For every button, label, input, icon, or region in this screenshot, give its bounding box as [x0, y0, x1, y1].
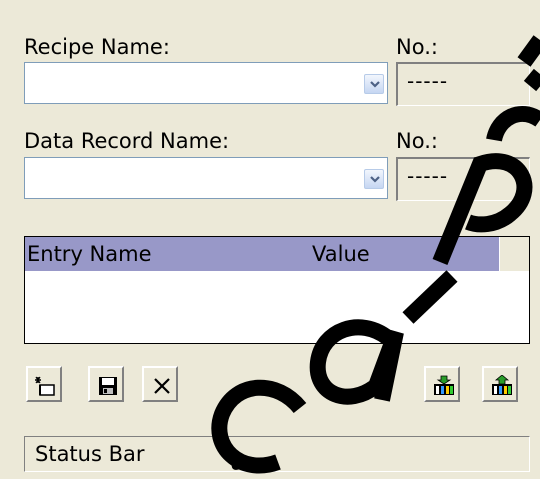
data-record-name-label: Data Record Name: [24, 129, 230, 153]
data-record-no-label: No.: [396, 129, 438, 153]
delete-record-button[interactable] [142, 366, 178, 402]
recipe-no-label: No.: [396, 35, 438, 59]
recipe-name-label: Recipe Name: [24, 35, 170, 59]
data-record-dropdown-button[interactable] [364, 169, 384, 189]
entries-table[interactable]: Entry Name Value [24, 236, 530, 344]
data-record-number-value: ----- [407, 164, 449, 188]
recipe-number-value: ----- [407, 69, 449, 93]
recipe-number-field: ----- [396, 62, 530, 106]
table-header: Entry Name Value [25, 237, 499, 271]
recipe-dropdown-button[interactable] [364, 74, 384, 94]
status-bar: Status Bar [24, 436, 530, 472]
export-icon [492, 375, 512, 395]
import-data-button[interactable] [424, 366, 460, 402]
save-icon [99, 377, 117, 395]
table-header-filler [499, 237, 529, 271]
column-header-entry-name[interactable]: Entry Name [27, 237, 152, 271]
chevron-down-icon [370, 176, 380, 183]
recipe-name-combobox[interactable] [24, 62, 388, 104]
delete-icon [154, 378, 170, 394]
new-record-button[interactable] [26, 366, 62, 402]
new-icon [35, 376, 55, 396]
column-header-value[interactable]: Value [312, 237, 370, 271]
data-record-number-field: ----- [396, 157, 530, 201]
status-bar-text: Status Bar [35, 442, 145, 466]
import-icon [434, 375, 454, 395]
export-data-button[interactable] [482, 366, 518, 402]
data-record-name-combobox[interactable] [24, 157, 388, 199]
chevron-down-icon [370, 81, 380, 88]
save-record-button[interactable] [88, 366, 124, 402]
